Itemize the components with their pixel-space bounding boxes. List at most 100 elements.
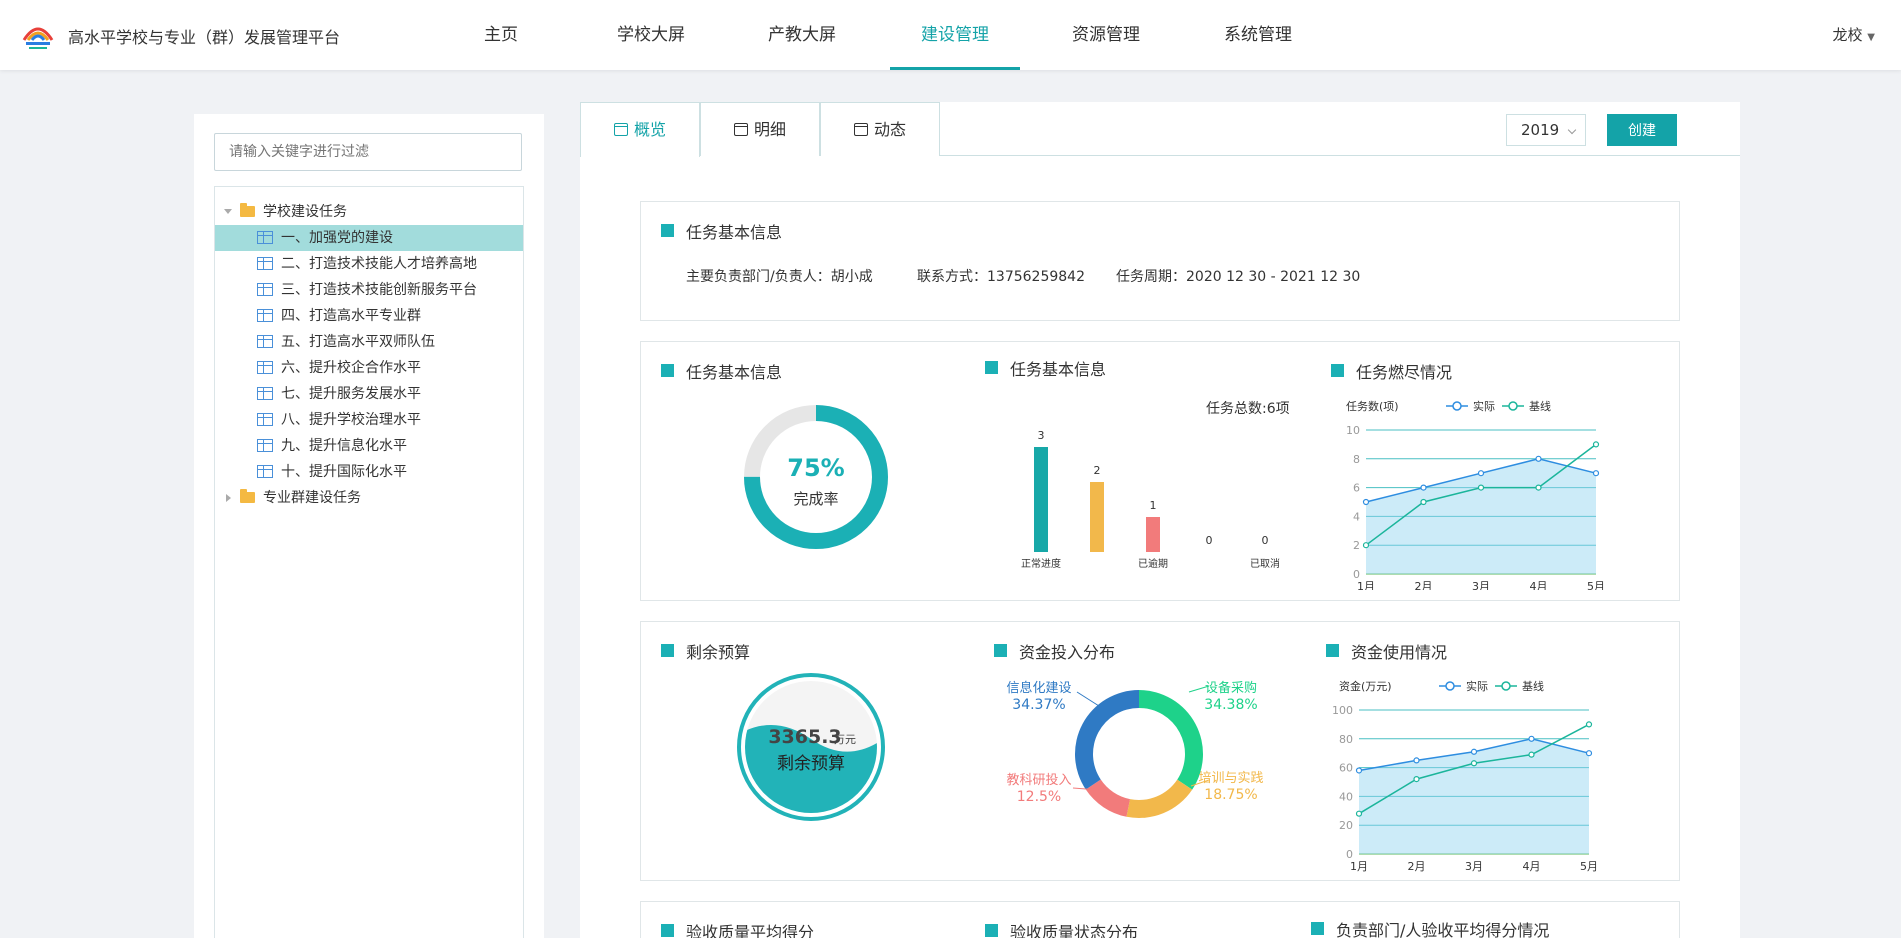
y-tick-label: 20 (1339, 819, 1353, 832)
legend-label: 实际 (1466, 679, 1488, 693)
tree-item[interactable]: 十、提升国际化水平 (215, 459, 523, 485)
tree-label: 五、打造高水平双师队伍 (281, 334, 435, 350)
tree-item[interactable]: 八、提升学校治理水平 (215, 407, 523, 433)
bar (1146, 517, 1160, 552)
data-point (1477, 470, 1485, 477)
create-button[interactable]: 创建 (1607, 114, 1677, 146)
nav-home[interactable]: 主页 (436, 0, 566, 70)
nav-resource-management[interactable]: 资源管理 (1041, 0, 1171, 70)
data-point (1592, 441, 1600, 448)
nav-construction-management[interactable]: 建设管理 (890, 0, 1020, 70)
data-point (1477, 484, 1485, 491)
slice-label: 教科研投入 (1006, 772, 1071, 788)
tree-item[interactable]: 三、打造技术技能创新服务平台 (215, 277, 523, 303)
table-icon (257, 283, 273, 296)
user-name: 龙校 (1832, 26, 1863, 44)
tree-item[interactable]: 一、加强党的建设 (215, 225, 523, 251)
data-point (1528, 751, 1535, 758)
x-tick-label: 2月 (1408, 860, 1426, 873)
completion-value: 75% (787, 454, 844, 482)
data-point (1420, 484, 1427, 491)
tree-item[interactable]: 二、打造技术技能人才培养高地 (215, 251, 523, 277)
chevron-down-icon (1567, 125, 1577, 135)
quality-panel: 验收质量平均得分 验收质量状态分布 负责部门/人验收平均得分情况 (640, 901, 1680, 938)
contact-label: 联系方式： (917, 269, 987, 285)
fund-usage-line-chart: 资金(万元) 实际 基线0204060801001月 2月 3月 4月 5月 (1332, 679, 1598, 873)
main-content: 概览 明细 动态 2019 创建 任务基本信息 主要负责部门/负责人：胡小成 联… (580, 102, 1740, 938)
title-marker (1331, 364, 1344, 377)
data-point (1592, 470, 1600, 477)
tab-detail[interactable]: 明细 (700, 102, 820, 156)
quality-score-title: 验收质量平均得分 (686, 923, 815, 938)
tree-item[interactable]: 七、提升服务发展水平 (215, 381, 523, 407)
tree-label: 七、提升服务发展水平 (281, 386, 421, 402)
data-point (1355, 767, 1363, 774)
slice-label: 信息化建设 (1006, 680, 1071, 696)
x-tick-label: 2月 (1415, 580, 1433, 590)
tree-item[interactable]: 五、打造高水平双师队伍 (215, 329, 523, 355)
caret-down-icon[interactable] (224, 209, 232, 214)
y-tick-label: 4 (1353, 510, 1360, 523)
tree-label: 学校建设任务 (263, 204, 347, 220)
tab-overview[interactable]: 概览 (580, 102, 700, 157)
table-icon (257, 231, 273, 244)
area-fill (1359, 738, 1589, 854)
budget-label: 剩余预算 (777, 754, 845, 774)
folder-icon (240, 489, 255, 503)
tree-item[interactable]: 六、提升校企合作水平 (215, 355, 523, 381)
label-leader-line (1076, 691, 1100, 707)
title-marker (1326, 644, 1339, 657)
dept-label: 主要负责部门/负责人： (686, 269, 831, 285)
tree-label: 二、打造技术技能人才培养高地 (281, 256, 477, 272)
tab-overview-label: 概览 (633, 120, 666, 139)
title-marker (985, 924, 998, 937)
legend-marker (1508, 401, 1518, 411)
bar-value-label: 1 (1150, 499, 1157, 512)
tree-item[interactable]: 四、打造高水平专业群 (215, 303, 523, 329)
slice-label: 设备采购 (1205, 680, 1257, 696)
data-point (1413, 757, 1420, 764)
year-value: 2019 (1521, 121, 1560, 139)
y-tick-label: 8 (1353, 453, 1360, 466)
tree-filter-input[interactable] (214, 133, 522, 171)
calendar-icon (853, 123, 868, 136)
folder-icon (240, 203, 255, 217)
tree-item[interactable]: 九、提升信息化水平 (215, 433, 523, 459)
donut-slice (1139, 690, 1203, 790)
contact-value: 13756259842 (987, 269, 1085, 285)
calendar-icon (613, 123, 628, 136)
tree-label: 三、打造技术技能创新服务平台 (281, 282, 477, 298)
tree-folder[interactable]: 专业群建设任务 (215, 485, 523, 511)
caret-right-icon[interactable] (226, 494, 231, 502)
data-point (1362, 498, 1370, 506)
nav-school-screen[interactable]: 学校大屏 (586, 0, 716, 70)
x-tick-label: 3月 (1465, 860, 1483, 873)
period-info: 任务周期：2020 12 30 - 2021 12 30 (1116, 266, 1360, 286)
fund-usage-title: 资金使用情况 (1351, 643, 1448, 662)
nav-industry-screen[interactable]: 产教大屏 (737, 0, 867, 70)
table-icon (257, 413, 273, 426)
bar-category-label: 已逾期 (1138, 557, 1168, 570)
dept-info: 主要负责部门/负责人：胡小成 (686, 266, 873, 286)
title-marker (1311, 922, 1324, 935)
period-label: 任务周期： (1116, 269, 1186, 285)
data-point (1362, 542, 1370, 549)
task-info-title: 任务基本信息 (686, 223, 783, 242)
donut-slice (1126, 779, 1193, 818)
table-icon (257, 335, 273, 348)
user-menu[interactable]: 龙校 ▼ (1833, 24, 1876, 45)
sidebar: 学校建设任务一、加强党的建设二、打造技术技能人才培养高地三、打造技术技能创新服务… (194, 114, 544, 938)
title-marker (994, 644, 1007, 657)
nav-system-management[interactable]: 系统管理 (1193, 0, 1323, 70)
tree-folder[interactable]: 学校建设任务 (215, 199, 523, 225)
tab-activity[interactable]: 动态 (820, 102, 940, 156)
budget-title: 剩余预算 (686, 643, 751, 662)
legend-label: 实际 (1473, 399, 1495, 413)
bar-category-label: 正常进度 (1021, 557, 1061, 570)
year-select[interactable]: 2019 (1506, 114, 1586, 146)
y-tick-label: 60 (1339, 762, 1353, 775)
data-point (1413, 776, 1420, 783)
table-icon (257, 439, 273, 452)
completion-title: 任务基本信息 (686, 363, 783, 382)
y-axis-label: 资金(万元) (1339, 679, 1392, 693)
